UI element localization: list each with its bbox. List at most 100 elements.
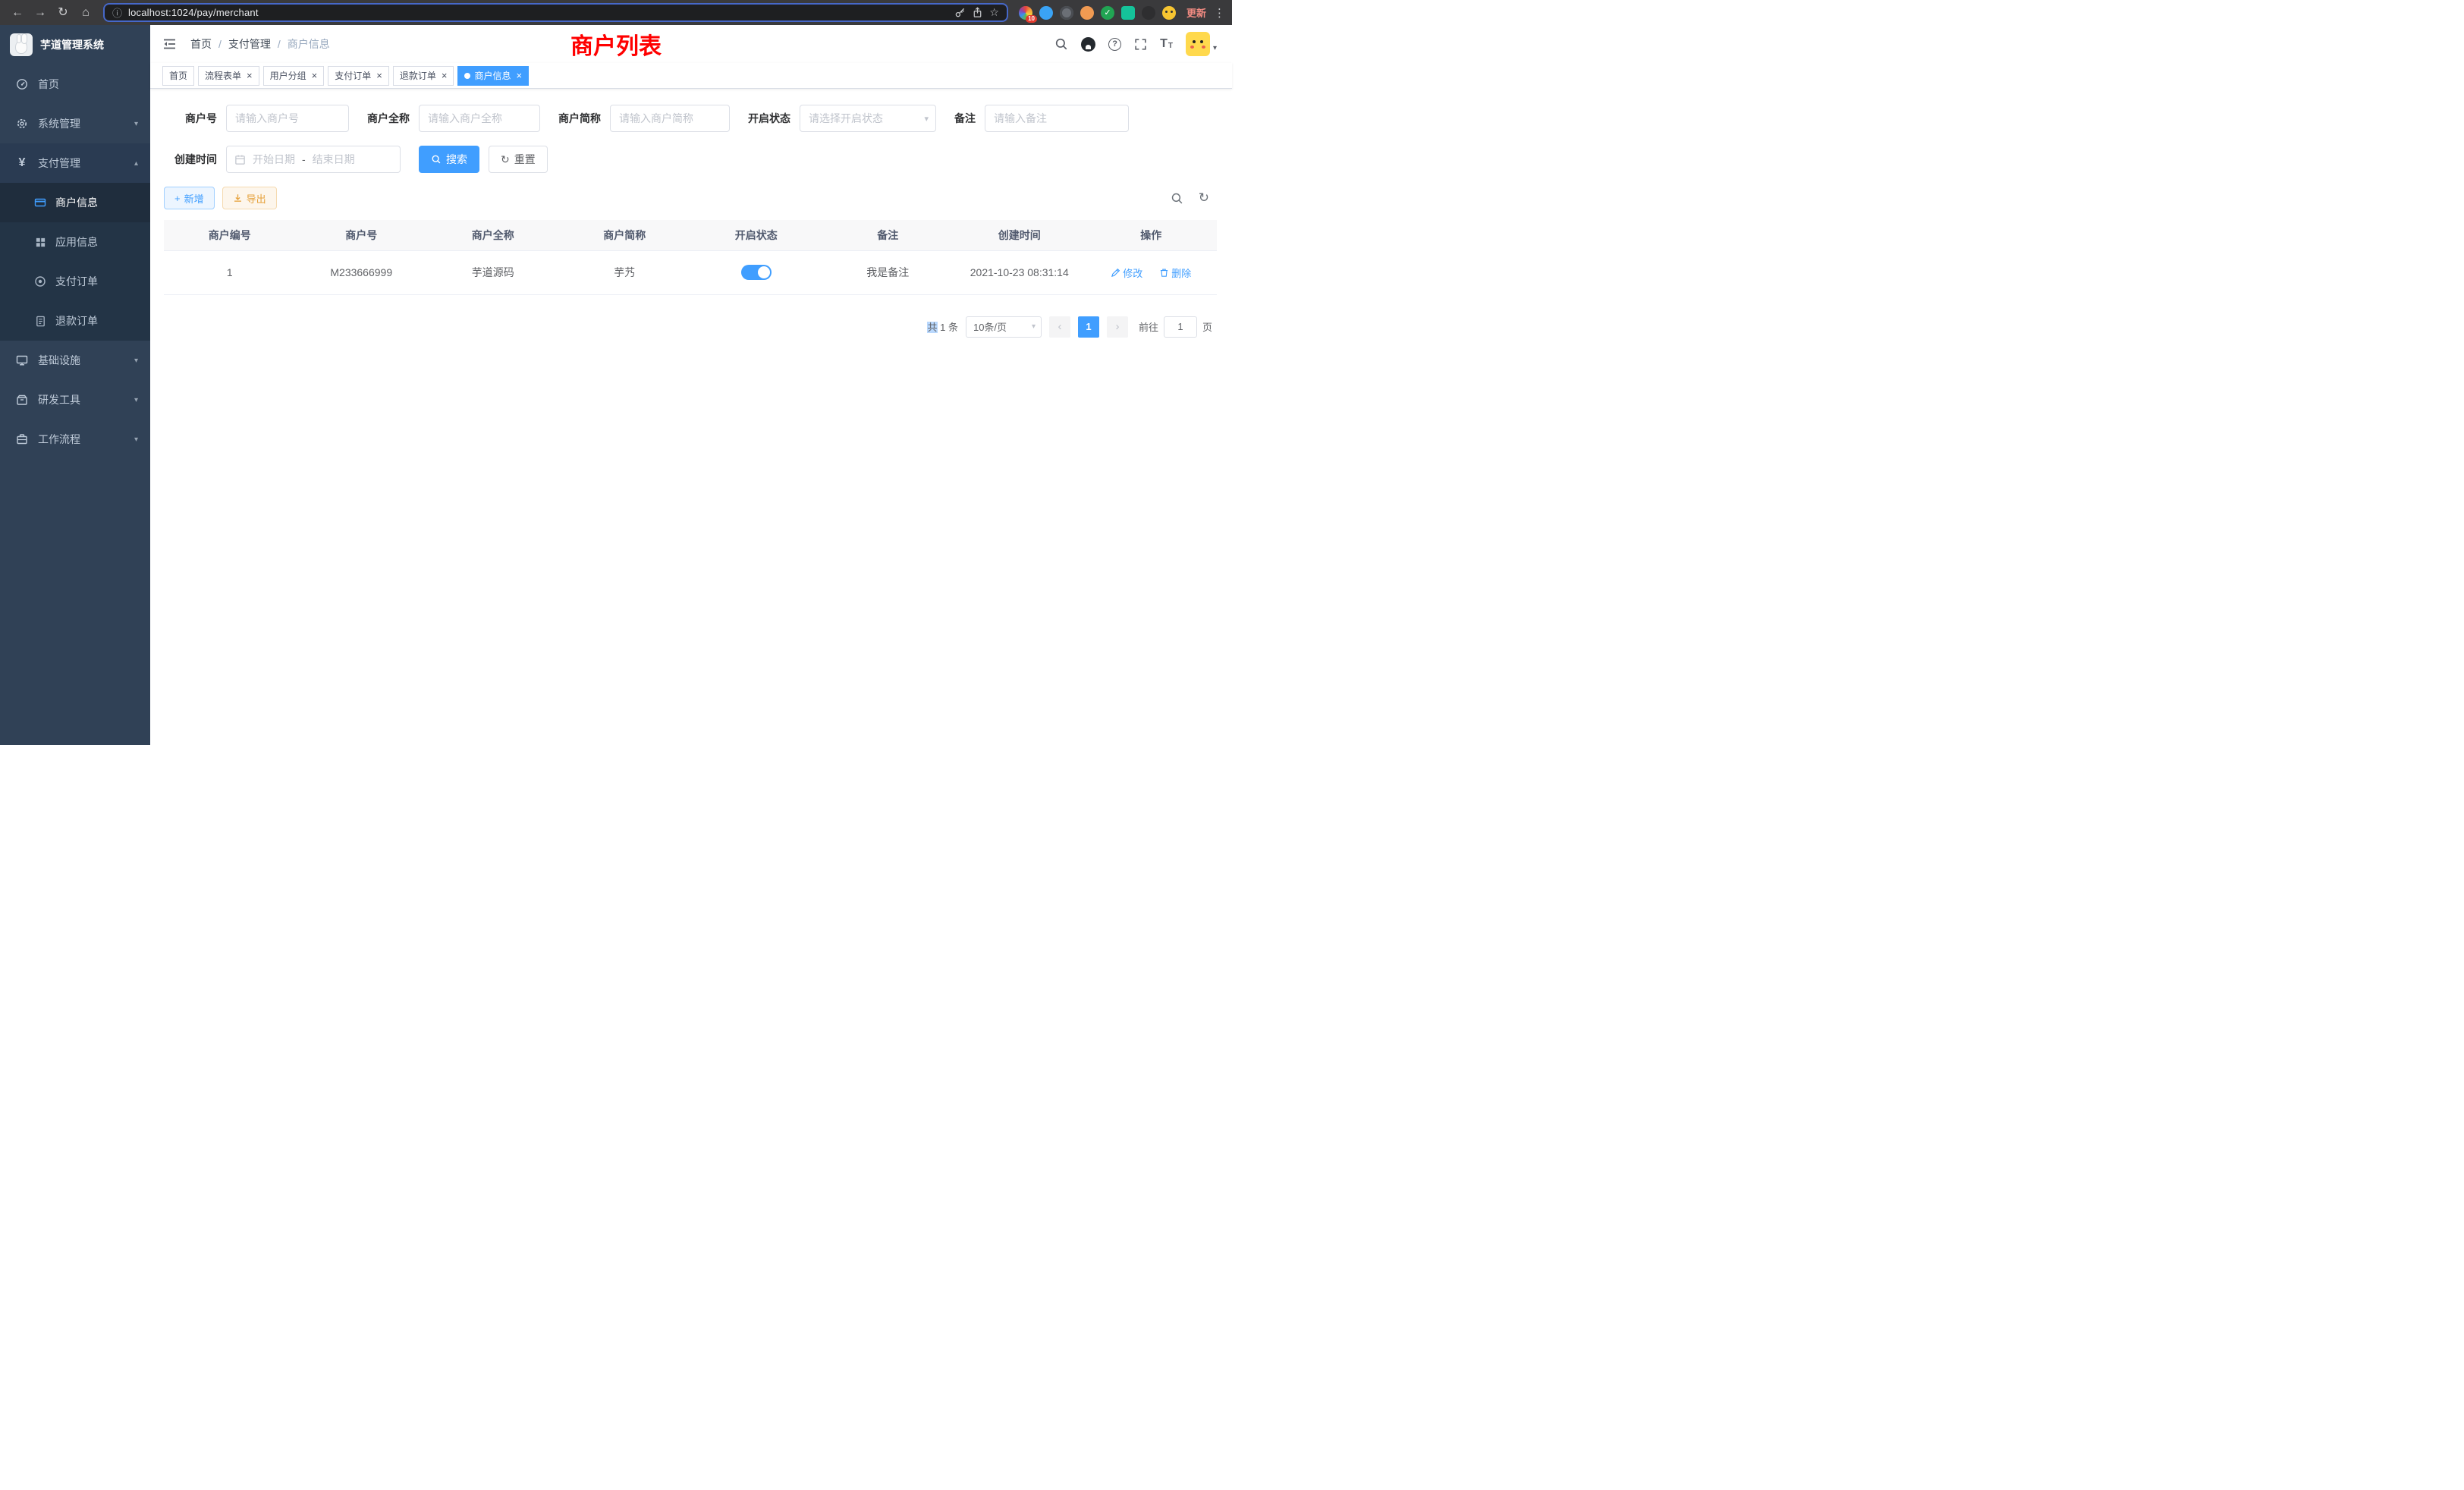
hide-search-icon[interactable]	[1171, 192, 1183, 205]
tab-process-form[interactable]: 流程表单 ×	[198, 66, 259, 86]
col-create-time: 创建时间	[954, 220, 1086, 250]
sidebar-item-payment[interactable]: ¥ 支付管理 ▴	[0, 143, 150, 183]
reset-button[interactable]: ↻ 重置	[489, 146, 548, 173]
sidebar-item-label: 首页	[38, 77, 59, 92]
browser-reload-icon[interactable]: ↻	[53, 4, 73, 22]
col-actions: 操作	[1086, 220, 1218, 250]
close-icon[interactable]: ×	[312, 71, 318, 80]
search-icon	[431, 154, 442, 165]
app-logo[interactable]: 芋道管理系统	[0, 25, 150, 64]
sidebar: 芋道管理系统 首页 系统管理 ▾ ¥ 支付管理 ▴	[0, 25, 150, 745]
sidebar-item-home[interactable]: 首页	[0, 64, 150, 104]
extension-peach-icon[interactable]	[1080, 6, 1094, 20]
breadcrumb-home[interactable]: 首页	[190, 36, 212, 52]
sidebar-item-app-info[interactable]: 应用信息	[0, 222, 150, 262]
sidebar-item-refund-order[interactable]: 退款订单	[0, 301, 150, 341]
sidebar-fold-icon[interactable]	[162, 38, 177, 50]
cell-merchant-id: 1	[164, 250, 296, 294]
avatar	[1186, 32, 1210, 56]
trash-icon	[1159, 268, 1169, 278]
extension-check-icon[interactable]: ✓	[1101, 6, 1114, 20]
font-size-icon[interactable]: TT	[1160, 38, 1173, 50]
extension-pin-icon[interactable]	[1142, 6, 1155, 20]
cell-full-name: 芋道源码	[427, 250, 559, 294]
bookmark-star-icon[interactable]: ☆	[989, 6, 999, 19]
remark-input[interactable]	[985, 105, 1129, 132]
close-icon[interactable]: ×	[376, 71, 382, 80]
sidebar-item-pay-order[interactable]: 支付订单	[0, 262, 150, 301]
close-icon[interactable]: ×	[516, 71, 522, 80]
tab-user-group[interactable]: 用户分组 ×	[263, 66, 325, 86]
tab-refund-order[interactable]: 退款订单 ×	[393, 66, 454, 86]
address-bar[interactable]: ⓘ localhost:1024/pay/merchant ☆	[103, 3, 1008, 22]
cell-short-name: 芋艿	[559, 250, 691, 294]
user-menu[interactable]: ▾	[1186, 32, 1217, 56]
sidebar-item-infra[interactable]: 基础设施 ▾	[0, 341, 150, 380]
start-date-placeholder: 开始日期	[253, 152, 295, 167]
download-icon	[233, 193, 243, 203]
extension-smiley-icon[interactable]	[1162, 6, 1176, 20]
table-tools: ↻	[1171, 190, 1217, 206]
browser-menu-icon[interactable]: ⋮	[1214, 6, 1224, 20]
breadcrumb: 首页 / 支付管理 / 商户信息	[190, 36, 330, 52]
next-page-button[interactable]: ›	[1107, 316, 1128, 338]
col-remark: 备注	[822, 220, 954, 250]
yen-icon: ¥	[15, 156, 29, 170]
github-icon[interactable]	[1081, 37, 1095, 52]
chevron-down-icon: ▾	[134, 357, 138, 365]
sidebar-group-payment: ¥ 支付管理 ▴ 商户信息 应用信息	[0, 143, 150, 341]
search-button[interactable]: 搜索	[419, 146, 479, 173]
status-label: 开启状态	[748, 111, 790, 126]
site-info-icon[interactable]: ⓘ	[112, 5, 122, 20]
help-icon[interactable]: ?	[1108, 38, 1121, 51]
sidebar-item-workflow[interactable]: 工作流程 ▾	[0, 420, 150, 459]
browser-back-icon[interactable]: ←	[8, 4, 27, 22]
extension-colorwheel-icon[interactable]	[1019, 6, 1032, 20]
fullscreen-icon[interactable]	[1134, 38, 1147, 51]
page-1-button[interactable]: 1	[1078, 316, 1099, 338]
tab-home[interactable]: 首页	[162, 66, 194, 86]
merchant-name-input[interactable]	[419, 105, 540, 132]
header-search-icon[interactable]	[1054, 37, 1068, 51]
browser-update-button[interactable]: 更新	[1186, 5, 1206, 20]
password-key-icon[interactable]	[954, 7, 966, 18]
add-button[interactable]: + 新增	[164, 187, 215, 209]
close-icon[interactable]: ×	[247, 71, 253, 80]
status-select[interactable]: 请选择开启状态 ▾	[800, 105, 936, 132]
tab-merchant-info[interactable]: 商户信息 ×	[457, 66, 529, 86]
filter-row-1: 商户号 商户全称 商户简称 开启状态 请选择开启状态 ▾	[164, 105, 1217, 132]
cell-status	[690, 250, 822, 294]
page-size-select[interactable]: 10条/页 ▾	[966, 316, 1042, 338]
extension-drop-icon[interactable]	[1039, 6, 1053, 20]
create-time-label: 创建时间	[164, 152, 217, 167]
browser-home-icon[interactable]: ⌂	[76, 4, 96, 22]
delete-button[interactable]: 删除	[1159, 266, 1191, 280]
close-icon[interactable]: ×	[442, 71, 448, 80]
export-button[interactable]: 导出	[222, 187, 277, 209]
dashboard-icon	[15, 78, 29, 90]
prev-page-button[interactable]: ‹	[1049, 316, 1070, 338]
merchant-short-input[interactable]	[610, 105, 730, 132]
share-icon[interactable]	[972, 7, 983, 18]
pagination-goto: 前往 页	[1139, 316, 1212, 338]
caret-down-icon: ▾	[1213, 44, 1217, 52]
sidebar-item-devtools[interactable]: 研发工具 ▾	[0, 380, 150, 420]
monitor-icon	[15, 354, 29, 366]
browser-forward-icon[interactable]: →	[30, 4, 50, 22]
date-separator: -	[302, 153, 306, 165]
merchant-no-input[interactable]	[226, 105, 349, 132]
sidebar-item-system[interactable]: 系统管理 ▾	[0, 104, 150, 143]
tab-pay-order[interactable]: 支付订单 ×	[328, 66, 389, 86]
breadcrumb-payment[interactable]: 支付管理	[228, 36, 271, 52]
status-switch[interactable]	[741, 265, 772, 280]
pencil-icon	[1111, 268, 1120, 278]
edit-button[interactable]: 修改	[1111, 266, 1142, 280]
sidebar-item-label: 支付订单	[55, 274, 98, 289]
extension-sphere-icon[interactable]	[1060, 6, 1073, 20]
extension-square-icon[interactable]	[1121, 6, 1135, 20]
refresh-table-icon[interactable]: ↻	[1199, 190, 1209, 206]
plus-icon: +	[174, 193, 181, 204]
goto-page-input[interactable]	[1164, 316, 1197, 338]
sidebar-item-merchant-info[interactable]: 商户信息	[0, 183, 150, 222]
create-time-range-picker[interactable]: 开始日期 - 结束日期	[226, 146, 401, 173]
